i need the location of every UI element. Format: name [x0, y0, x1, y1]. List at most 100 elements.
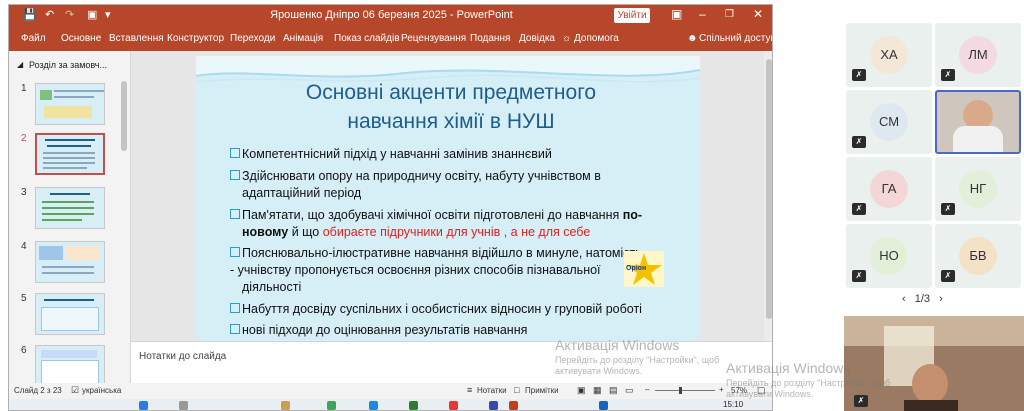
teams-icon[interactable]	[489, 401, 498, 410]
slide-thumbnail-4[interactable]	[35, 241, 105, 283]
slide-number: 4	[21, 241, 27, 252]
bullet-item: Пам'ятати, що здобувачі хімічної освіти …	[230, 207, 680, 241]
chrome-icon[interactable]	[449, 401, 458, 410]
tab-view[interactable]: Подання	[470, 33, 510, 44]
close-button[interactable]: ✕	[753, 7, 763, 21]
tab-file[interactable]: Файл	[21, 33, 46, 44]
lightbulb-icon: ☼	[562, 33, 572, 44]
mic-muted-icon: ✗	[941, 69, 955, 81]
reading-view-icon[interactable]: ▤	[609, 385, 618, 396]
slide-thumbnail-2[interactable]	[35, 133, 105, 175]
zoom-slider[interactable]	[655, 387, 715, 394]
tab-transitions[interactable]: Переходи	[230, 33, 275, 44]
activation-watermark-title-2: Активація Windows	[726, 360, 851, 376]
search-icon[interactable]	[179, 401, 188, 410]
section-header[interactable]: Розділ за замовч...	[29, 60, 107, 70]
slide-thumbnail-5[interactable]	[35, 293, 105, 335]
avatar: БВ	[959, 237, 997, 275]
edge-icon[interactable]	[369, 401, 378, 410]
slideshow-icon[interactable]: ▭	[625, 385, 634, 396]
notes-placeholder: Нотатки до слайда	[139, 351, 227, 362]
taskbar-clock: 15:10	[723, 400, 744, 409]
checkbox-bullet-icon	[230, 303, 240, 313]
slide-title-line-1: Основні акценти предметного	[305, 81, 597, 104]
slide-thumbnail-1[interactable]	[35, 83, 105, 125]
participant-tile[interactable]: БВ ✗	[935, 224, 1021, 288]
word-icon[interactable]	[599, 401, 608, 410]
title-bar: 💾 ↶ ↷ ▣ ▾ Ярошенко Дніпро 06 березня 202…	[9, 5, 772, 27]
normal-view-icon[interactable]: ▣	[577, 385, 586, 396]
zoom-in-icon[interactable]: +	[719, 385, 724, 394]
minimize-button[interactable]: –	[699, 7, 706, 21]
slide-number: 2	[21, 133, 27, 144]
excel-icon[interactable]	[409, 401, 418, 410]
notes-toggle[interactable]: Нотатки	[477, 386, 507, 395]
tab-home[interactable]: Основне	[61, 33, 101, 44]
powerpoint-icon[interactable]	[509, 401, 518, 410]
slide-title[interactable]: Основні акценти предметного навчання хім…	[236, 78, 666, 136]
participants-panel: ХА ✗ ЛМ ✗ СМ ✗ ГА ✗ НГ ✗ НО ✗ БВ ✗ ‹ 1/3…	[844, 21, 1024, 411]
slide-thumbnail-3[interactable]	[35, 187, 105, 229]
start-icon[interactable]	[139, 401, 148, 410]
chevron-right-icon[interactable]: ›	[939, 293, 943, 305]
thumbnail-scrollbar[interactable]	[121, 81, 127, 151]
notes-icon: ≡	[467, 385, 473, 395]
zoom-out-icon[interactable]: –	[645, 385, 649, 394]
slide-number: 6	[21, 345, 27, 356]
orion-logo-text: Оріон	[626, 265, 647, 272]
avatar: ГА	[870, 170, 908, 208]
sign-in-button[interactable]: Увійти	[614, 8, 650, 23]
language-indicator[interactable]: українська	[82, 386, 121, 395]
window-title: Ярошенко Дніпро 06 березня 2025 - PowerP…	[270, 9, 513, 21]
tab-slideshow[interactable]: Показ слайдів	[334, 33, 400, 44]
bullet-item: Набуття досвіду суспільних і особистісни…	[230, 301, 680, 318]
slide-thumbnail-6[interactable]	[35, 345, 105, 387]
slide-counter: Слайд 2 з 23	[14, 386, 62, 395]
checkbox-bullet-icon	[230, 148, 240, 158]
slide-canvas[interactable]: Основні акценти предметного навчання хім…	[196, 56, 700, 341]
tab-insert[interactable]: Вставлення	[109, 33, 164, 44]
participant-tile[interactable]: НГ ✗	[935, 157, 1021, 221]
checkbox-bullet-icon	[230, 324, 240, 334]
share-button[interactable]: Спільний доступ	[699, 33, 772, 44]
participant-tile[interactable]: СМ ✗	[846, 90, 932, 154]
slide-sorter-icon[interactable]: ▦	[593, 385, 602, 396]
tab-design[interactable]: Конструктор	[167, 33, 224, 44]
windows-taskbar: 15:10	[9, 399, 772, 410]
self-face	[912, 364, 948, 404]
avatar: ХА	[870, 36, 908, 74]
tab-animations[interactable]: Анімація	[283, 33, 323, 44]
participant-tile[interactable]: ЛМ ✗	[935, 23, 1021, 87]
collapse-section-icon[interactable]: ◢	[17, 60, 23, 69]
checkbox-bullet-icon	[230, 209, 240, 219]
participant-video-tile[interactable]	[935, 90, 1021, 154]
maximize-button[interactable]: ❐	[725, 9, 734, 20]
bullet-item: Компетентнісний підхід у навчанні заміни…	[230, 146, 680, 163]
chevron-left-icon[interactable]: ‹	[902, 293, 906, 305]
mic-muted-icon: ✗	[941, 203, 955, 215]
tab-help[interactable]: Довідка	[519, 33, 555, 44]
mic-muted-icon: ✗	[852, 136, 866, 148]
checkbox-bullet-icon	[230, 247, 240, 257]
spelling-icon[interactable]: ☑	[71, 385, 79, 396]
activation-watermark-text: Перейдіть до розділу "Настройки", щоб акт…	[555, 355, 720, 376]
participant-tile[interactable]: ХА ✗	[846, 23, 932, 87]
slide-editing-area: Основні акценти предметного навчання хім…	[131, 51, 772, 341]
bullet-item: Пояснювально-ілюстративне навчання відій…	[230, 246, 642, 294]
checkbox-bullet-icon	[230, 170, 240, 180]
ribbon-display-icon[interactable]: ▣	[671, 7, 682, 21]
mic-muted-icon: ✗	[852, 69, 866, 81]
comments-icon: □	[514, 385, 520, 395]
slide-scrollbar[interactable]	[764, 51, 772, 341]
tab-review[interactable]: Рецензування	[401, 33, 466, 44]
app-icon[interactable]	[327, 401, 336, 410]
file-explorer-icon[interactable]	[281, 401, 290, 410]
tell-me-search[interactable]: Допомога	[574, 33, 619, 44]
participant-tile[interactable]: НО ✗	[846, 224, 932, 288]
comments-toggle[interactable]: Примітки	[525, 386, 559, 395]
mic-muted-icon: ✗	[852, 270, 866, 282]
avatar: ЛМ	[959, 36, 997, 74]
ribbon-tabs: Файл Основне Вставлення Конструктор Пере…	[9, 27, 772, 51]
avatar: НО	[870, 237, 908, 275]
participant-tile[interactable]: ГА ✗	[846, 157, 932, 221]
